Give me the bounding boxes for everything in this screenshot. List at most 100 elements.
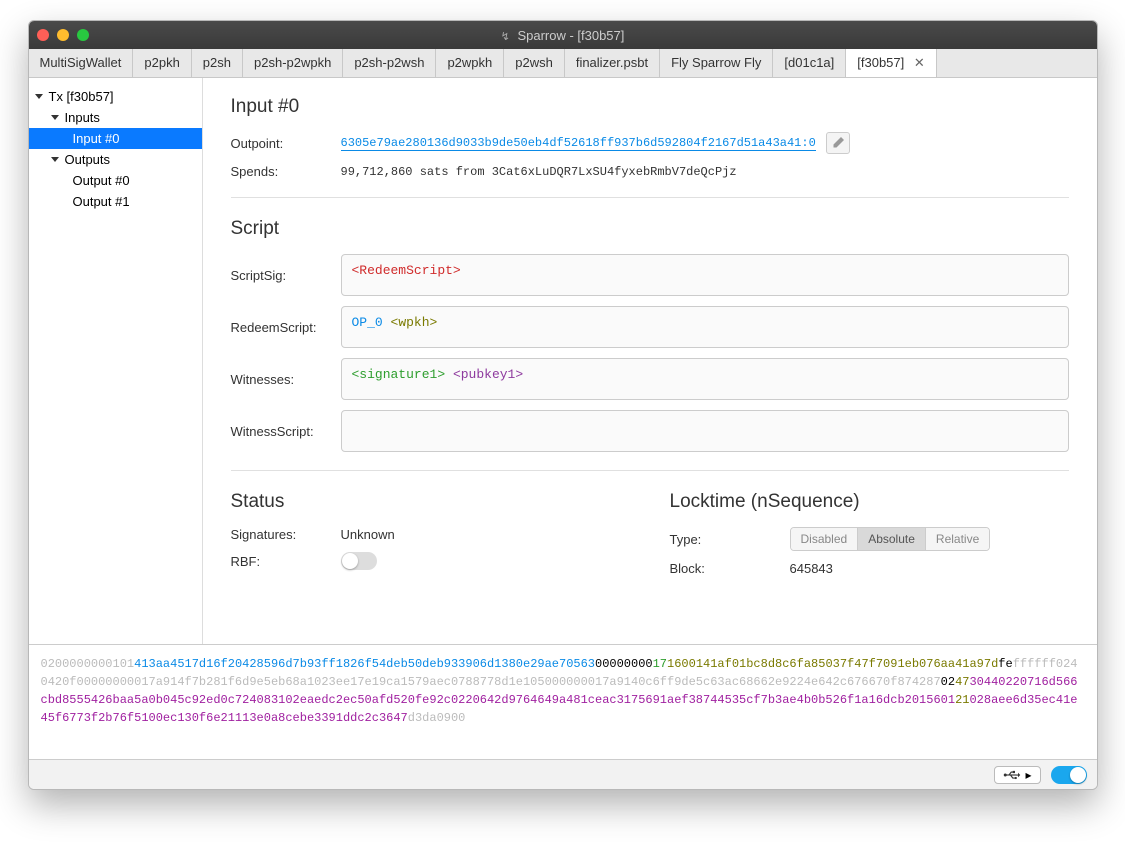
seg-absolute[interactable]: Absolute — [858, 528, 926, 550]
tab-p2sh-p2wsh[interactable]: p2sh-p2wsh — [343, 49, 436, 77]
window-title-text: Sparrow - [f30b57] — [517, 28, 624, 43]
hex-viewer[interactable]: 0200000000101413aa4517d16f20428596d7b93f… — [29, 644, 1097, 759]
hex-seg: 17 — [653, 657, 667, 671]
divider — [231, 470, 1069, 471]
hex-seg: 21 — [955, 693, 969, 707]
tree-tx[interactable]: Tx [f30b57] — [29, 86, 202, 107]
usb-button[interactable]: ▸ — [994, 766, 1040, 784]
tree-input-0-label: Input #0 — [73, 131, 120, 146]
tree-input-0[interactable]: Input #0 — [29, 128, 202, 149]
edit-outpoint-button[interactable] — [826, 132, 850, 154]
signatures-value: Unknown — [341, 527, 395, 542]
rbf-row: RBF: — [231, 552, 630, 570]
hex-seg: 0200000000101 — [41, 657, 135, 671]
spends-label: Spends: — [231, 164, 341, 179]
app-icon: ↯ — [501, 31, 510, 43]
play-icon: ▸ — [1025, 768, 1031, 782]
redeemscript-row: RedeemScript: OP_0 <wpkh> — [231, 306, 1069, 348]
content-pane: Input #0 Outpoint: 6305e79ae280136d9033b… — [203, 78, 1097, 644]
witnessscript-row: WitnessScript: — [231, 410, 1069, 452]
status-column: Status Signatures: Unknown RBF: — [231, 491, 630, 586]
locktime-type-label: Type: — [670, 532, 790, 547]
tree-output-1[interactable]: Output #1 — [29, 191, 202, 212]
tab-bar: MultiSigWallet p2pkh p2sh p2sh-p2wpkh p2… — [29, 49, 1097, 78]
locktime-block-value: 645843 — [790, 561, 833, 576]
scriptsig-value: <RedeemScript> — [352, 263, 461, 278]
tab-p2sh[interactable]: p2sh — [192, 49, 243, 77]
witnesses-row: Witnesses: <signature1> <pubkey1> — [231, 358, 1069, 400]
locktime-column: Locktime (nSequence) Type: Disabled Abso… — [670, 491, 1069, 586]
tab-p2sh-p2wpkh[interactable]: p2sh-p2wpkh — [243, 49, 343, 77]
witness-sig: <signature1> — [352, 367, 446, 382]
redeemscript-box[interactable]: OP_0 <wpkh> — [341, 306, 1069, 348]
tree-output-1-label: Output #1 — [73, 194, 130, 209]
status-bar: ▸ — [29, 759, 1097, 789]
scriptsig-box[interactable]: <RedeemScript> — [341, 254, 1069, 296]
hex-seg: ffffff — [1013, 657, 1056, 671]
tree-outputs[interactable]: Outputs — [29, 149, 202, 170]
witnessscript-label: WitnessScript: — [231, 424, 341, 439]
tree-output-0-label: Output #0 — [73, 173, 130, 188]
scriptsig-row: ScriptSig: <RedeemScript> — [231, 254, 1069, 296]
signatures-row: Signatures: Unknown — [231, 527, 630, 542]
spends-row: Spends: 99,712,860 sats from 3Cat6xLuDQR… — [231, 164, 1069, 179]
tab-multisigwallet[interactable]: MultiSigWallet — [29, 49, 134, 77]
rbf-label: RBF: — [231, 554, 341, 569]
rbf-toggle[interactable] — [341, 552, 377, 570]
tab-label: [f30b57] — [857, 55, 904, 70]
scriptsig-label: ScriptSig: — [231, 268, 341, 283]
locktime-type-row: Type: Disabled Absolute Relative — [670, 527, 1069, 551]
seg-disabled[interactable]: Disabled — [791, 528, 859, 550]
hex-seg: 1600141af01bc8d8c6fa85037f47f7091eb076aa… — [667, 657, 998, 671]
tab-p2pkh[interactable]: p2pkh — [133, 49, 191, 77]
toggle-knob — [1070, 767, 1086, 783]
tab-finalizer[interactable]: finalizer.psbt — [565, 49, 660, 77]
hex-seg: 00000000 — [595, 657, 653, 671]
status-locktime-row: Status Signatures: Unknown RBF: Locktime… — [231, 491, 1069, 586]
main-body: Tx [f30b57] Inputs Input #0 Outputs Outp… — [29, 78, 1097, 644]
input-section-title: Input #0 — [231, 96, 1069, 118]
chevron-down-icon — [35, 94, 43, 99]
usb-icon — [1003, 769, 1021, 781]
tab-close-icon[interactable]: ✕ — [914, 55, 925, 70]
tab-p2wsh[interactable]: p2wsh — [504, 49, 565, 77]
tree-inputs-label: Inputs — [65, 110, 100, 125]
hex-seg: 413aa4517d16f20428596d7b93ff1826f54deb50… — [134, 657, 595, 671]
hex-seg: fe — [998, 657, 1012, 671]
signatures-label: Signatures: — [231, 527, 341, 542]
tree-output-0[interactable]: Output #0 — [29, 170, 202, 191]
toggle-knob — [342, 553, 358, 569]
locktime-type-segmented: Disabled Absolute Relative — [790, 527, 991, 551]
window-title: ↯ Sparrow - [f30b57] — [29, 28, 1097, 43]
tree-outputs-label: Outputs — [65, 152, 111, 167]
witnesses-box[interactable]: <signature1> <pubkey1> — [341, 358, 1069, 400]
tab-d01c1a[interactable]: [d01c1a] — [773, 49, 846, 77]
tab-f30b57[interactable]: [f30b57] ✕ — [846, 49, 937, 77]
chevron-down-icon — [51, 157, 59, 162]
spends-value: 99,712,860 sats from 3Cat6xLuDQR7LxSU4fy… — [341, 165, 737, 179]
tab-fly-sparrow-fly[interactable]: Fly Sparrow Fly — [660, 49, 773, 77]
connection-toggle[interactable] — [1051, 766, 1087, 784]
tree-tx-label: Tx [f30b57] — [49, 89, 114, 104]
seg-relative[interactable]: Relative — [926, 528, 989, 550]
tab-p2wpkh[interactable]: p2wpkh — [436, 49, 504, 77]
tree-inputs[interactable]: Inputs — [29, 107, 202, 128]
chevron-down-icon — [51, 115, 59, 120]
redeem-wpkh: <wpkh> — [391, 315, 438, 330]
locktime-title: Locktime (nSequence) — [670, 491, 1069, 513]
outpoint-row: Outpoint: 6305e79ae280136d9033b9de50eb4d… — [231, 132, 1069, 154]
status-title: Status — [231, 491, 630, 513]
witnessscript-box[interactable] — [341, 410, 1069, 452]
divider — [231, 197, 1069, 198]
redeem-op: OP_0 — [352, 315, 383, 330]
titlebar: ↯ Sparrow - [f30b57] — [29, 21, 1097, 49]
hex-seg: 02 — [941, 675, 955, 689]
pencil-icon — [832, 137, 844, 149]
hex-seg: 47 — [955, 675, 969, 689]
app-window: ↯ Sparrow - [f30b57] MultiSigWallet p2pk… — [28, 20, 1098, 790]
witnesses-label: Witnesses: — [231, 372, 341, 387]
outpoint-label: Outpoint: — [231, 136, 341, 151]
hex-seg: d3da0900 — [408, 711, 466, 725]
outpoint-link[interactable]: 6305e79ae280136d9033b9de50eb4df52618ff93… — [341, 136, 816, 151]
witness-pub: <pubkey1> — [453, 367, 523, 382]
